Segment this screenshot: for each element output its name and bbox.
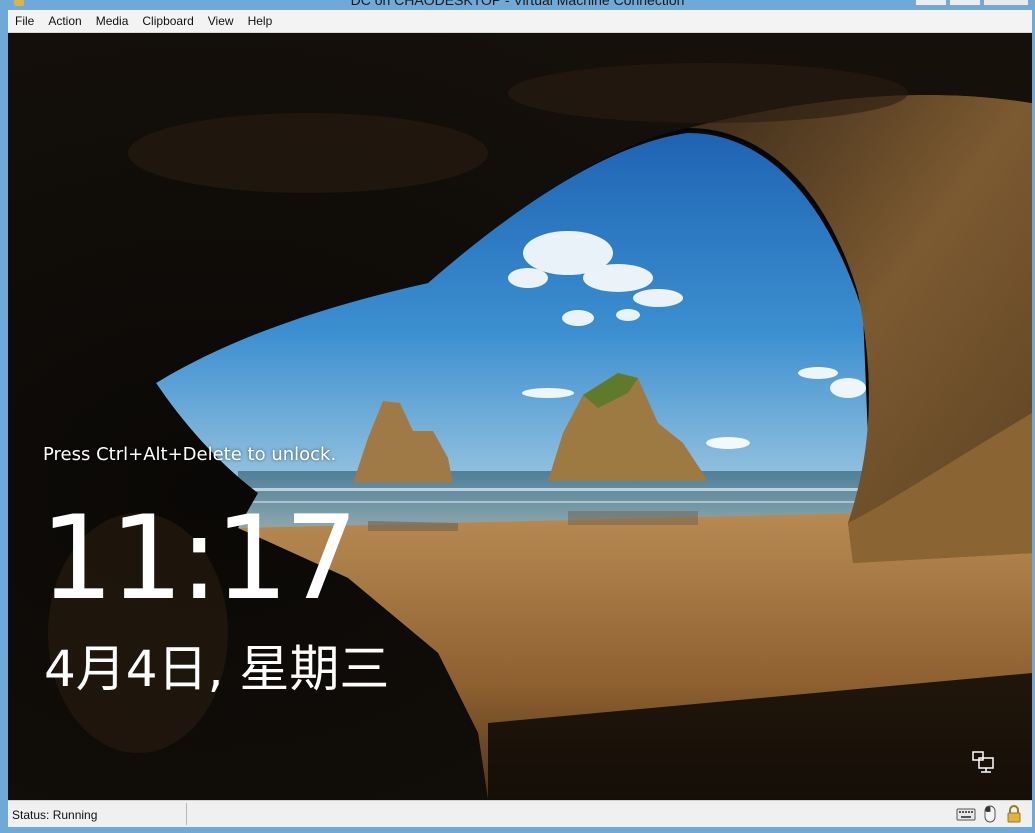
status-icons xyxy=(956,804,1024,824)
status-separator xyxy=(186,803,187,825)
menu-view[interactable]: View xyxy=(201,10,241,32)
network-icon[interactable] xyxy=(970,750,996,774)
mouse-icon[interactable] xyxy=(980,804,1000,824)
menu-action[interactable]: Action xyxy=(41,10,88,32)
vm-connection-window: DC on CHAODESKTOP - Virtual Machine Conn… xyxy=(0,0,1035,833)
unlock-prompt: Press Ctrl+Alt+Delete to unlock. xyxy=(43,444,337,465)
menu-help[interactable]: Help xyxy=(241,10,280,32)
title-bar[interactable]: DC on CHAODESKTOP - Virtual Machine Conn… xyxy=(0,0,1035,10)
menu-bar: File Action Media Clipboard View Help xyxy=(8,10,1032,33)
status-bar: Status: Running xyxy=(8,800,1032,828)
menu-media[interactable]: Media xyxy=(89,10,136,32)
lockscreen-time: 11:17 xyxy=(40,491,358,626)
lock-icon[interactable] xyxy=(1004,804,1024,824)
keyboard-icon[interactable] xyxy=(956,804,976,824)
minimize-button[interactable] xyxy=(915,0,947,6)
window-title: DC on CHAODESKTOP - Virtual Machine Conn… xyxy=(350,0,685,8)
close-button[interactable] xyxy=(983,0,1029,6)
status-text: Status: Running xyxy=(12,808,98,822)
menu-file[interactable]: File xyxy=(8,10,41,32)
maximize-button[interactable] xyxy=(949,0,981,6)
vm-screen[interactable]: Press Ctrl+Alt+Delete to unlock. 11:17 4… xyxy=(8,33,1032,800)
window-controls xyxy=(915,0,1029,6)
lockscreen-date: 4月4日, 星期三 xyxy=(44,640,390,698)
window-bottom-border xyxy=(0,827,1035,833)
menu-clipboard[interactable]: Clipboard xyxy=(135,10,200,32)
